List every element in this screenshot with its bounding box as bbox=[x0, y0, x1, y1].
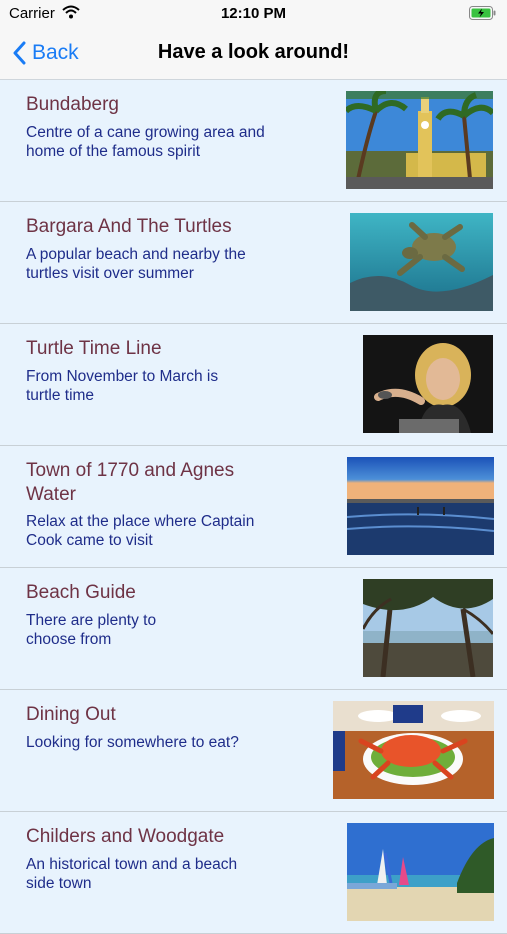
list-item-title: Beach Guide bbox=[26, 582, 136, 603]
list-item-town-of-1770[interactable]: Town of 1770 and Agnes Water Relax at th… bbox=[0, 446, 507, 568]
list-item-subtitle: Relax at the place where Captain Cook ca… bbox=[26, 513, 255, 549]
status-bar: Carrier 12:10 PM bbox=[0, 0, 507, 28]
list-item-title: Childers and Woodgate bbox=[26, 826, 225, 847]
beach-trees-image bbox=[363, 579, 493, 677]
woman-with-hatchling-image bbox=[363, 335, 493, 433]
list-item-subtitle: An historical town and a beach side town bbox=[26, 856, 238, 892]
list-item-dining-out[interactable]: Dining Out Looking for somewhere to eat? bbox=[0, 690, 507, 812]
list-item-subtitle: From November to March is turtle time bbox=[26, 368, 219, 404]
battery-charging-icon bbox=[469, 6, 497, 25]
clock-tower-palms-image bbox=[346, 91, 493, 189]
list-item-bargara-turtles[interactable]: Bargara And The Turtles A popular beach … bbox=[0, 202, 507, 324]
beach-sunset-image bbox=[347, 457, 494, 555]
list-item-subtitle: Centre of a cane growing area and home o… bbox=[26, 124, 265, 160]
page-title: Have a look around! bbox=[157, 41, 350, 63]
list-item-subtitle: A popular beach and nearby the turtles v… bbox=[26, 246, 246, 282]
list-item-subtitle: There are plenty to choose from bbox=[26, 612, 157, 648]
list-item-subtitle: Looking for somewhere to eat? bbox=[26, 734, 239, 751]
windsurf-beach-image bbox=[347, 823, 494, 921]
list-item-title: Bundaberg bbox=[26, 94, 119, 115]
list-item-bundaberg[interactable]: Bundaberg Centre of a cane growing area … bbox=[0, 80, 507, 202]
list-item-title: Dining Out bbox=[26, 704, 116, 725]
list-item-title: Turtle Time Line bbox=[26, 338, 162, 359]
list-item-title: Town of 1770 and Agnes Water bbox=[26, 460, 235, 505]
navigation-bar: Back Have a look around! bbox=[0, 28, 507, 80]
list-item-title: Bargara And The Turtles bbox=[26, 216, 232, 237]
list-item-turtle-time-line[interactable]: Turtle Time Line From November to March … bbox=[0, 324, 507, 446]
list-item-childers-woodgate[interactable]: Childers and Woodgate An historical town… bbox=[0, 812, 507, 934]
sea-turtle-image bbox=[350, 213, 493, 311]
places-list: Bundaberg Centre of a cane growing area … bbox=[0, 80, 507, 934]
crab-dinner-image bbox=[333, 701, 494, 799]
list-item-beach-guide[interactable]: Beach Guide There are plenty to choose f… bbox=[0, 568, 507, 690]
status-time: 12:10 PM bbox=[220, 5, 287, 22]
